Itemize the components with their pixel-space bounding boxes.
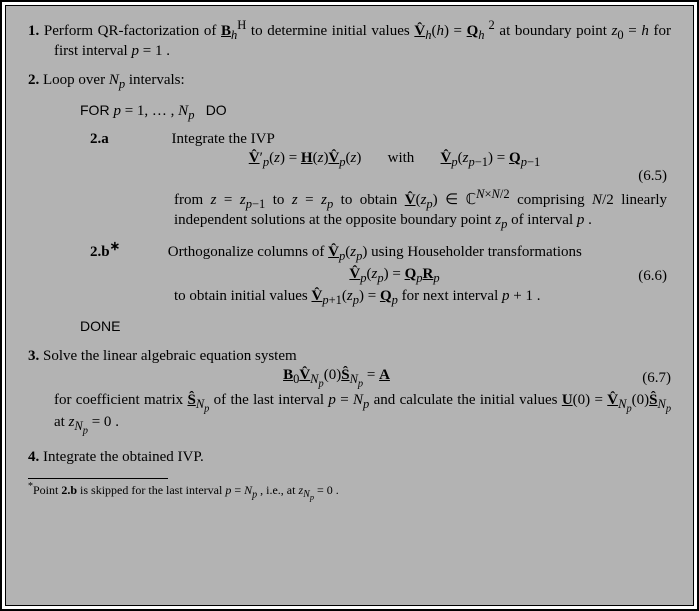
- step-1-text: Perform QR-factorization of BhH to deter…: [44, 23, 671, 59]
- step-1-num: 1.: [28, 23, 39, 39]
- step-2b-label: 2.b∗: [132, 238, 164, 261]
- step-2b: 2.b∗ Orthogonalize columns of V̂p(zp) us…: [132, 238, 667, 308]
- eq-6-5-number: (6.5): [615, 168, 667, 185]
- step-3: 3. Solve the linear algebraic equation s…: [28, 348, 671, 437]
- eq-6-7-num: (6.7): [619, 370, 671, 387]
- step-3-text: Solve the linear algebraic equation syst…: [43, 348, 297, 364]
- step-3-after: for coefficient matrix ŜNp of the last i…: [54, 392, 671, 437]
- done-keyword: DONE: [80, 318, 120, 334]
- inner-steps: 2.a Integrate the IVP V̂′p(z) = H(z)V̂p(…: [104, 131, 667, 308]
- eq-6-6-math: V̂p(zp) = QpRp: [174, 266, 615, 286]
- step-2-num: 2.: [28, 72, 39, 88]
- step-2b-after: to obtain initial values V̂p+1(zp) = Qp …: [174, 288, 667, 308]
- eq-6-6: V̂p(zp) = QpRp (6.6): [174, 266, 667, 286]
- step-1: 1. Perform QR-factorization of BhH to de…: [28, 18, 671, 60]
- algorithm-box: 1. Perform QR-factorization of BhH to de…: [5, 5, 694, 606]
- step-2a-label: 2.a: [132, 131, 164, 148]
- step-4-text: Integrate the obtained IVP.: [43, 449, 204, 465]
- eq-6-7-math: B0V̂Np(0)ŜNp = A: [54, 367, 619, 390]
- eq-6-5-math: V̂′p(z) = H(z)V̂p(z) with V̂p(zp−1) = Qp…: [174, 150, 615, 170]
- step-2a-text: Integrate the IVP: [172, 131, 275, 147]
- step-2a: 2.a Integrate the IVP V̂′p(z) = H(z)V̂p(…: [132, 131, 667, 232]
- for-keyword: FOR: [80, 102, 113, 118]
- algorithm-steps: 1. Perform QR-factorization of BhH to de…: [28, 18, 671, 466]
- step-3-num: 3.: [28, 348, 39, 364]
- eq-6-5: V̂′p(z) = H(z)V̂p(z) with V̂p(zp−1) = Qp…: [174, 150, 667, 170]
- step-2-text: Loop over Np intervals:: [43, 72, 185, 88]
- step-4-num: 4.: [28, 449, 39, 465]
- footnote: *Point 2.b is skipped for the last inter…: [28, 481, 671, 502]
- eq-6-7: B0V̂Np(0)ŜNp = A (6.7): [54, 367, 671, 390]
- footnote-rule: [28, 478, 168, 479]
- step-2b-text: Orthogonalize columns of V̂p(zp) using H…: [168, 244, 582, 260]
- for-expr: p = 1, … , Np: [113, 103, 201, 119]
- step-4: 4. Integrate the obtained IVP.: [28, 449, 671, 466]
- done-line: DONE: [80, 318, 671, 336]
- for-line: FOR p = 1, … , Np DO: [80, 102, 671, 123]
- step-2: 2. Loop over Np intervals: FOR p = 1, … …: [28, 72, 671, 336]
- eq-6-6-num: (6.6): [615, 268, 667, 285]
- do-keyword: DO: [206, 102, 227, 118]
- outer-frame: 1. Perform QR-factorization of BhH to de…: [0, 0, 699, 611]
- step-2a-after: from z = zp−1 to z = zp to obtain V̂(zp)…: [174, 187, 667, 232]
